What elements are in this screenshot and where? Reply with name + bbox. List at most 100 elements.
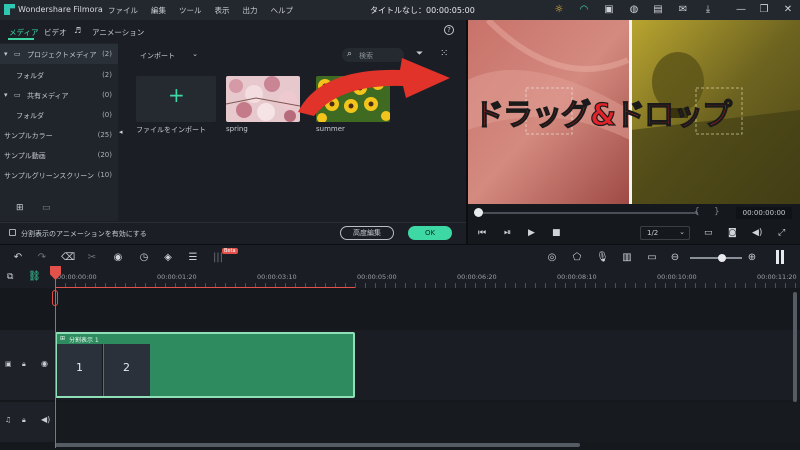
ruler-label: 00:00:00:00 [57, 273, 97, 281]
minimize-icon[interactable]: — [735, 4, 747, 16]
undo-icon[interactable]: ↶ [12, 252, 24, 263]
sidebar-item-sample-colors[interactable]: サンプルカラー (25) [0, 125, 118, 145]
color-icon[interactable]: ◉ [112, 252, 124, 263]
summer-label: summer [316, 125, 345, 133]
ruler-label: 00:00:01:20 [157, 273, 197, 281]
timeline-ruler[interactable]: ⧉ ⛓︎ 00:00:00:00 00:00:01:20 00:00:03:10… [0, 268, 800, 289]
account-icon[interactable]: ◍ [628, 4, 640, 16]
import-dropdown[interactable]: インポート ⌄ [134, 48, 202, 62]
lock-icon[interactable]: 🔒︎ [22, 416, 26, 425]
fullscreen-icon[interactable]: ⤢ [778, 228, 785, 238]
speed-icon[interactable]: ◷ [138, 252, 150, 263]
mix-icon[interactable]: ▥ [621, 252, 633, 263]
mic-icon[interactable]: 🎙︎ [596, 252, 609, 263]
redo-icon[interactable]: ↷ [36, 252, 48, 263]
new-folder-icon[interactable]: ⊞ [16, 203, 24, 213]
keyframe-icon[interactable]: ◈ [162, 252, 174, 263]
tab-video[interactable]: ビデオ [44, 27, 67, 38]
folder-icon: ▭ [14, 91, 21, 99]
eye-icon[interactable]: ◉ [41, 359, 48, 368]
panel-divider[interactable] [466, 20, 468, 244]
ruler-label: 00:00:08:10 [557, 273, 597, 281]
delete-icon[interactable]: ⌫ [61, 252, 75, 263]
mail-icon[interactable]: ✉ [677, 4, 689, 16]
video-track: ▣ 🔒︎ ◉ ⊞ 分割表示 1 1 2 [0, 330, 800, 400]
sidebar-item-project-media[interactable]: ▾ ▭ プロジェクトメディア (2) [0, 44, 118, 64]
sidebar-item-count: (20) [97, 151, 112, 159]
sidebar-item-folder[interactable]: フォルダ (2) [0, 65, 118, 85]
monitor-icon[interactable]: ▭ [704, 228, 713, 238]
pause-bar-icon[interactable] [776, 250, 779, 264]
snapshot-icon[interactable]: ◙ [728, 228, 737, 238]
menu-tools[interactable]: ツール [179, 5, 202, 16]
video-track-header: ▣ 🔒︎ ◉ [0, 330, 54, 400]
sidebar-item-sample-video[interactable]: サンプル動画 (20) [0, 145, 118, 165]
lock-icon[interactable]: 🔒︎ [22, 360, 26, 369]
clip-cell-1: 1 [57, 344, 103, 396]
subtitle-icon[interactable]: ▭ [646, 252, 658, 263]
spring-thumbnail[interactable] [226, 76, 300, 122]
folder-outline-icon[interactable]: ▭ [42, 203, 51, 213]
sidebar-item-count: (2) [102, 71, 112, 79]
tab-media[interactable]: メディア [9, 27, 38, 38]
pause-bar-icon [781, 250, 784, 264]
clip-cell-number: 1 [76, 361, 83, 374]
zoom-slider-handle[interactable] [718, 254, 726, 262]
timeline-horizontal-scrollbar[interactable] [55, 443, 580, 447]
close-icon[interactable]: ✕ [782, 4, 794, 16]
save-icon[interactable]: ▤ [652, 4, 664, 16]
sidebar-item-shared-media[interactable]: ▾ ▭ 共有メディア (0) [0, 85, 118, 105]
gift-icon[interactable]: ▣ [603, 4, 615, 16]
add-track-icon[interactable]: ⧉ [7, 272, 13, 282]
playhead-marker [52, 290, 58, 306]
help-icon[interactable]: ? [444, 25, 454, 35]
sidebar-item-label: サンプルグリーンスクリーン [4, 172, 94, 180]
menu-file[interactable]: ファイル [108, 5, 138, 16]
link-icon[interactable]: ⛓︎ [28, 271, 41, 282]
tab-animation[interactable]: アニメーション [92, 27, 144, 38]
volume-icon[interactable]: ◀) [752, 228, 762, 238]
preview-scrubber[interactable] [476, 212, 698, 214]
mark-in-icon[interactable]: { [694, 207, 700, 217]
zoom-out-icon[interactable]: ⊖ [669, 252, 681, 263]
ruler-label: 00:00:03:10 [257, 273, 297, 281]
speaker-icon[interactable]: ◀) [41, 415, 50, 424]
mark-out-icon[interactable]: } [714, 207, 720, 217]
zoom-in-icon[interactable]: ⊕ [746, 252, 758, 263]
clip-cell-2: 2 [104, 344, 150, 396]
adjust-icon[interactable]: ☰ [187, 252, 199, 263]
menu-edit[interactable]: 編集 [151, 5, 166, 16]
marker-icon[interactable]: ⬠ [571, 252, 583, 263]
timeline-vertical-scrollbar[interactable] [793, 292, 797, 402]
render-icon[interactable]: ◎ [546, 252, 558, 263]
menu-help[interactable]: ヘルプ [271, 5, 294, 16]
preview-player[interactable]: ドラッグ&ドロップ [468, 20, 800, 204]
folder-icon: ▭ [14, 50, 21, 58]
collapse-sidebar-icon[interactable]: ◂ [119, 128, 123, 136]
media-sidebar: ▾ ▭ プロジェクトメディア (2) フォルダ (2) ▾ ▭ 共有メディア (… [0, 43, 118, 221]
scrubber-handle[interactable] [474, 208, 483, 217]
sun-icon[interactable]: ☼ [553, 4, 565, 16]
advanced-edit-button[interactable]: 高度編集 [340, 226, 394, 240]
import-tile[interactable]: + [136, 76, 216, 122]
split-animation-checkbox[interactable] [9, 229, 16, 236]
quality-select[interactable]: 1/2 ⌄ [640, 226, 690, 240]
tab-audio-icon[interactable]: ♬ [74, 26, 81, 35]
menu-export[interactable]: 出力 [243, 5, 258, 16]
stop-icon[interactable]: ■ [552, 228, 561, 238]
play-pause-icon[interactable]: ⏯ [504, 228, 511, 238]
play-icon[interactable]: ▶ [528, 228, 535, 238]
ok-button[interactable]: OK [408, 226, 452, 240]
download-icon[interactable]: ⤓ [702, 4, 714, 16]
cut-icon[interactable]: ✂ [86, 252, 98, 263]
timeline-tracks: ▣ 🔒︎ ◉ ⊞ 分割表示 1 1 2 ♫ 🔒︎ ◀) [0, 266, 800, 450]
zoom-slider[interactable] [690, 257, 742, 259]
restore-icon[interactable]: ❐ [758, 4, 770, 16]
sidebar-item-shared-folder[interactable]: フォルダ (0) [0, 105, 118, 125]
sidebar-item-sample-greenscreen[interactable]: サンプルグリーンスクリーン (10) [0, 165, 118, 185]
headset-icon[interactable]: ◠ [578, 4, 590, 16]
drag-drop-overlay-text: ドラッグ&ドロップ [473, 97, 732, 133]
split-screen-clip[interactable]: ⊞ 分割表示 1 1 2 [55, 332, 355, 398]
previous-frame-icon[interactable]: ⏮ [478, 228, 486, 238]
menu-view[interactable]: 表示 [215, 5, 230, 16]
